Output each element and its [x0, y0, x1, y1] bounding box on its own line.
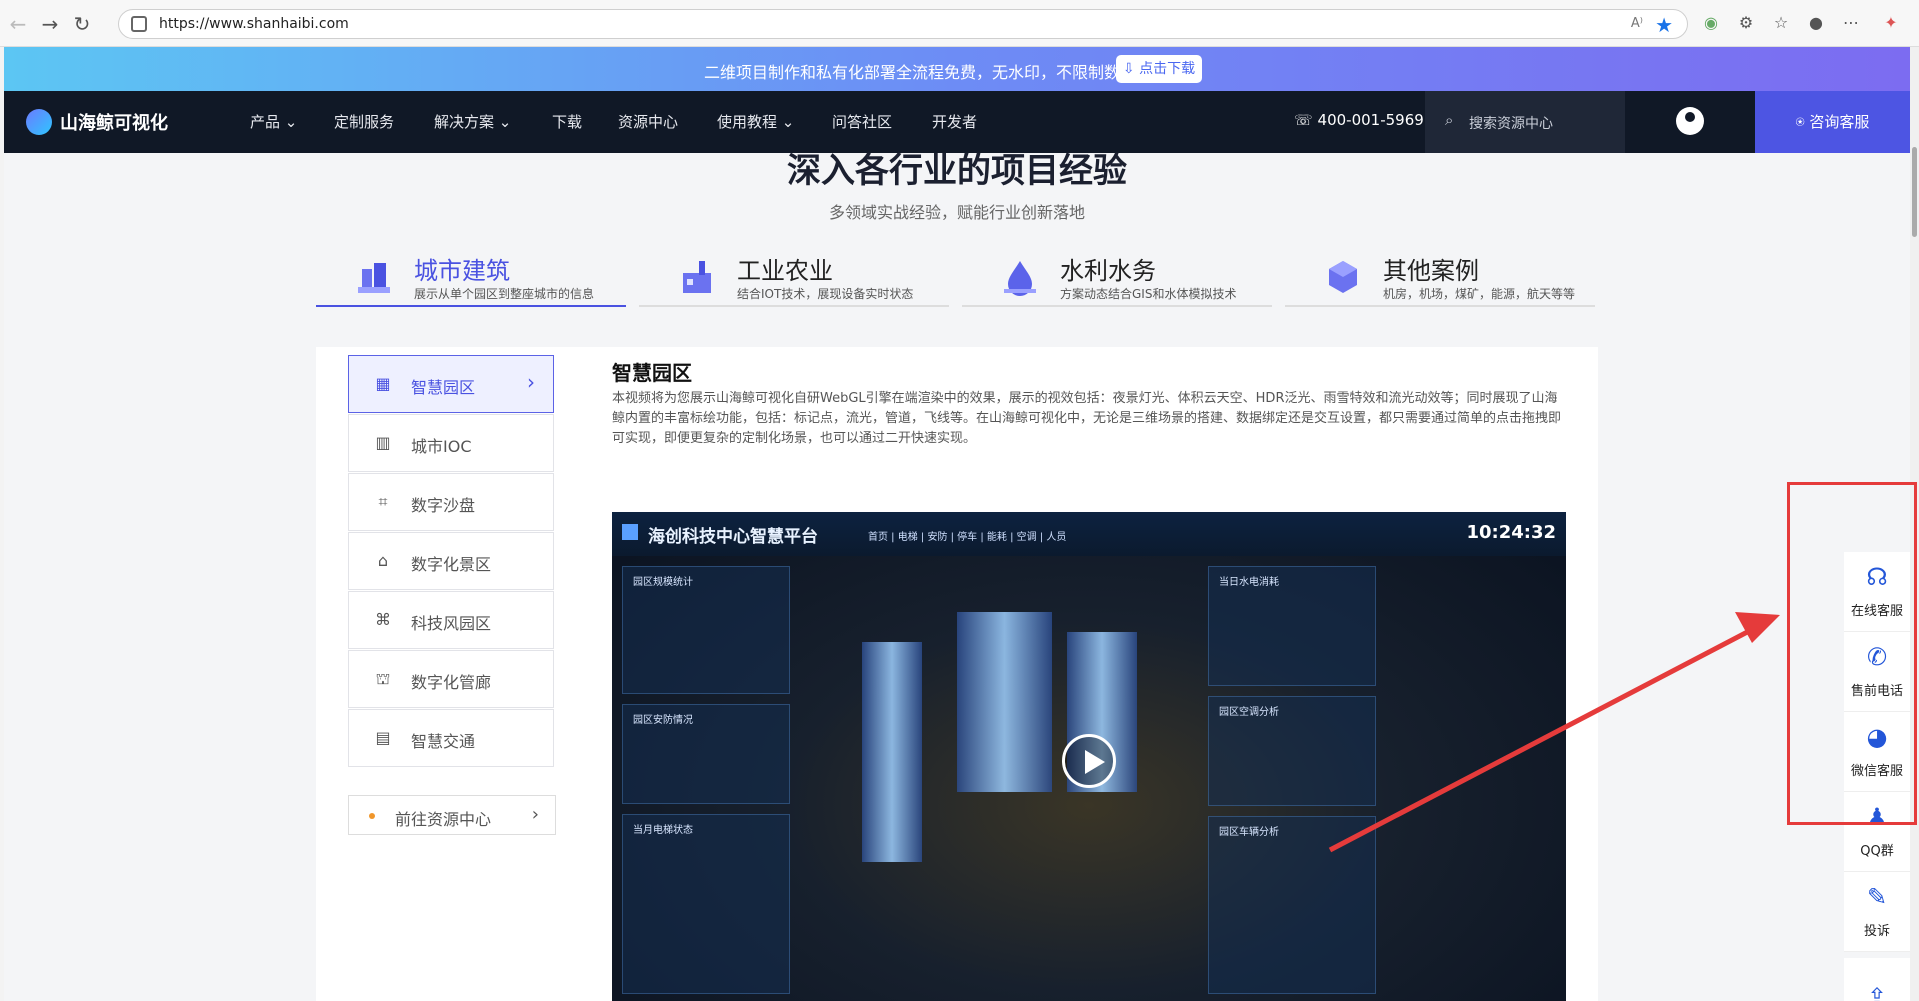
- annotation-arrow-icon: [1328, 612, 1780, 853]
